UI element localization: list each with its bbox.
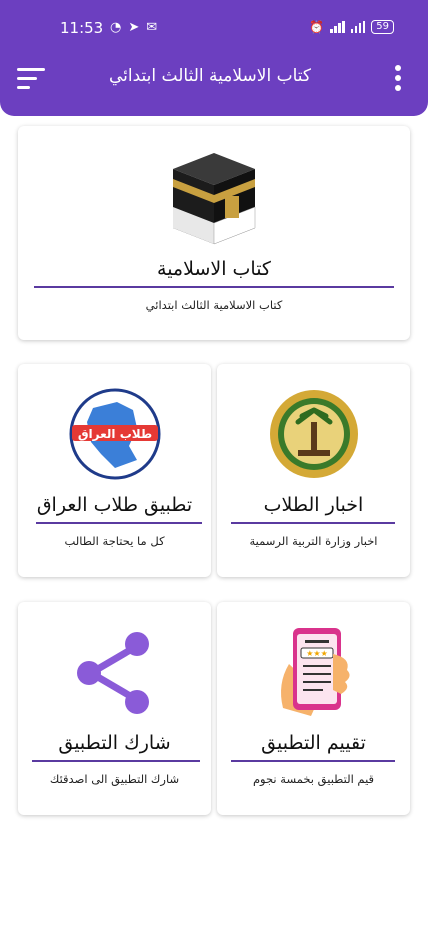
signal-icon [350, 21, 366, 33]
iraq-students-card[interactable]: طلاب العراق تطبيق طلاب العراق كل ما يحتا… [18, 364, 211, 577]
book-card-subtitle: كتاب الاسلامية الثالث ابتدائي [145, 298, 283, 312]
whatsapp-icon: ◔ [110, 20, 122, 35]
share-card-subtitle: شارك التطبيق الى اصدقئك [49, 772, 180, 786]
rate-card[interactable]: ★★★ تقييم التطبيق قيم التطبيق بخمسة نجوم [217, 602, 410, 815]
iraq-map-icon: طلاب العراق [69, 388, 160, 480]
news-card-title: اخبار الطلاب [263, 494, 364, 516]
battery-icon: 59 [371, 20, 394, 34]
news-card-divider [231, 522, 395, 524]
rate-card-divider [231, 760, 395, 762]
kaaba-icon [173, 153, 256, 245]
svg-text:★★★: ★★★ [306, 649, 328, 658]
book-card-divider [34, 286, 394, 288]
more-vert-icon[interactable] [392, 65, 404, 93]
menu-icon[interactable] [17, 68, 45, 90]
news-card-subtitle: اخبار وزارة التربية الرسمية [249, 534, 378, 548]
book-card[interactable]: كتاب الاسلامية كتاب الاسلامية الثالث ابت… [18, 126, 410, 340]
signal-icon [330, 21, 345, 33]
status-bar: 11:53 ◔ ➤ ✉ ⏰ 59 [0, 0, 428, 58]
news-card[interactable]: اخبار الطلاب اخبار وزارة التربية الرسمية [217, 364, 410, 577]
share-card-divider [32, 760, 200, 762]
alarm-icon: ⏰ [309, 20, 325, 34]
iraq-students-subtitle: كل ما يحتاجة الطالب [64, 534, 165, 548]
share-icon [76, 632, 149, 714]
ministry-seal-icon [269, 390, 358, 478]
app-bar: 11:53 ◔ ➤ ✉ ⏰ 59 كتاب الاسلامية الثالث ا… [0, 0, 428, 116]
share-card-title: شارك التطبيق [58, 732, 171, 754]
status-time: 11:53 [60, 19, 104, 37]
page-title: كتاب الاسلامية الثالث ابتدائي [109, 66, 311, 86]
mail-icon: ✉ [146, 20, 158, 35]
battery-level: 59 [376, 21, 389, 32]
iraq-badge-text: طلاب العراق [77, 427, 151, 441]
rate-card-subtitle: قيم التطبيق بخمسة نجوم [252, 772, 375, 786]
rate-phone-icon: ★★★ [280, 628, 350, 716]
book-card-title: كتاب الاسلامية [157, 258, 271, 280]
share-card[interactable]: شارك التطبيق شارك التطبيق الى اصدقئك [18, 602, 211, 815]
rate-card-title: تقييم التطبيق [261, 732, 366, 754]
telegram-icon: ➤ [128, 20, 140, 35]
iraq-students-title: تطبيق طلاب العراق [36, 494, 193, 516]
iraq-students-divider [36, 522, 202, 524]
